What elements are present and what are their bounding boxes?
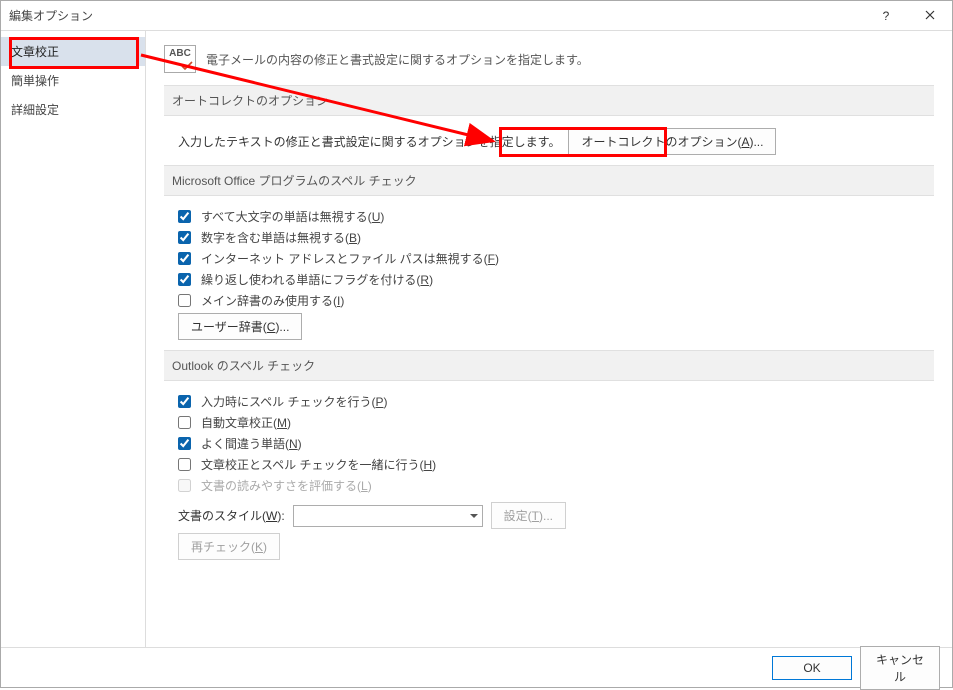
button-label: ユーザー辞書(C)...: [191, 320, 289, 334]
main-panel: ABC 電子メールの内容の修正と書式設定に関するオプションを指定します。 オート…: [146, 31, 952, 647]
office-spell-section-header: Microsoft Office プログラムのスペル チェック: [164, 165, 934, 196]
option-label: 文書の読みやすさを評価する(L): [201, 477, 372, 494]
sidebar: 文章校正 簡単操作 詳細設定: [1, 31, 146, 647]
writing-style-settings-button: 設定(T)...: [491, 502, 566, 529]
chevron-down-icon: [470, 514, 478, 518]
button-label: 設定(T)...: [504, 509, 553, 523]
option-label: 数字を含む単語は無視する(B): [201, 229, 361, 246]
option-label: よく間違う単語(N): [201, 435, 302, 452]
outlook-spell-section-header: Outlook のスペル チェック: [164, 350, 934, 381]
sidebar-item-label: 詳細設定: [11, 103, 59, 117]
sidebar-item-label: 簡単操作: [11, 74, 59, 88]
cancel-button[interactable]: キャンセル: [860, 646, 940, 690]
button-label: OK: [803, 661, 820, 675]
recheck-button: 再チェック(K): [178, 533, 280, 560]
button-label: キャンセル: [876, 653, 924, 684]
autocorrect-description: 入力したテキストの修正と書式設定に関するオプションを指定します。: [178, 133, 560, 150]
checkbox[interactable]: [178, 273, 191, 286]
option-label: 自動文章校正(M): [201, 414, 291, 431]
intro-row: ABC 電子メールの内容の修正と書式設定に関するオプションを指定します。: [164, 45, 934, 73]
intro-text: 電子メールの内容の修正と書式設定に関するオプションを指定します。: [206, 51, 589, 68]
proofing-icon-label: ABC: [169, 48, 191, 59]
checkbox[interactable]: [178, 437, 191, 450]
autocorrect-options-button[interactable]: オートコレクトのオプション(A)...: [568, 128, 776, 155]
close-icon: [925, 9, 935, 23]
sidebar-item-advanced[interactable]: 詳細設定: [1, 95, 145, 124]
sidebar-item-proofing[interactable]: 文章校正: [1, 37, 145, 66]
sidebar-item-label: 文章校正: [11, 45, 59, 59]
writing-style-row: 文書のスタイル(W): 設定(T)...: [178, 502, 934, 529]
outlook-spell-option-with-grammar[interactable]: 文章校正とスペル チェックを一緒に行う(H): [178, 456, 934, 473]
checkbox[interactable]: [178, 210, 191, 223]
title-bar: 編集オプション ?: [1, 1, 952, 31]
checkbox[interactable]: [178, 395, 191, 408]
button-label: 再チェック(K): [191, 540, 267, 554]
checkbox[interactable]: [178, 294, 191, 307]
close-button[interactable]: [908, 1, 952, 31]
option-label: すべて大文字の単語は無視する(U): [201, 208, 384, 225]
outlook-spell-option-as-you-type[interactable]: 入力時にスペル チェックを行う(P): [178, 393, 934, 410]
checkbox[interactable]: [178, 252, 191, 265]
checkbox[interactable]: [178, 231, 191, 244]
autocorrect-section-header: オートコレクトのオプション: [164, 85, 934, 116]
office-spell-option-internet[interactable]: インターネット アドレスとファイル パスは無視する(F): [178, 250, 934, 267]
dialog-footer: OK キャンセル: [1, 647, 952, 687]
checkbox[interactable]: [178, 458, 191, 471]
option-label: メイン辞書のみ使用する(I): [201, 292, 344, 309]
window-title: 編集オプション: [9, 7, 864, 24]
sidebar-item-ease-of-access[interactable]: 簡単操作: [1, 66, 145, 95]
writing-style-select[interactable]: [293, 505, 483, 527]
option-label: 文章校正とスペル チェックを一緒に行う(H): [201, 456, 436, 473]
help-icon: ?: [883, 9, 890, 23]
checkbox[interactable]: [178, 416, 191, 429]
outlook-spell-option-confused[interactable]: よく間違う単語(N): [178, 435, 934, 452]
outlook-spell-option-auto-grammar[interactable]: 自動文章校正(M): [178, 414, 934, 431]
checkbox: [178, 479, 191, 492]
dialog-body: 文章校正 簡単操作 詳細設定 ABC 電子メールの内容の修正と書式設定に関するオ…: [1, 31, 952, 647]
office-spell-option-main-dict[interactable]: メイン辞書のみ使用する(I): [178, 292, 934, 309]
option-label: 繰り返し使われる単語にフラグを付ける(R): [201, 271, 433, 288]
office-spell-option-repeated[interactable]: 繰り返し使われる単語にフラグを付ける(R): [178, 271, 934, 288]
proofing-icon: ABC: [164, 45, 196, 73]
ok-button[interactable]: OK: [772, 656, 852, 680]
writing-style-label: 文書のスタイル(W):: [178, 507, 285, 524]
button-label: オートコレクトのオプション(A)...: [581, 135, 763, 149]
option-label: インターネット アドレスとファイル パスは無視する(F): [201, 250, 499, 267]
custom-dictionaries-button[interactable]: ユーザー辞書(C)...: [178, 313, 302, 340]
help-button[interactable]: ?: [864, 1, 908, 31]
option-label: 入力時にスペル チェックを行う(P): [201, 393, 388, 410]
office-spell-option-numbers[interactable]: 数字を含む単語は無視する(B): [178, 229, 934, 246]
outlook-spell-option-readability: 文書の読みやすさを評価する(L): [178, 477, 934, 494]
autocorrect-row: 入力したテキストの修正と書式設定に関するオプションを指定します。 オートコレクト…: [178, 128, 934, 155]
office-spell-option-uppercase[interactable]: すべて大文字の単語は無視する(U): [178, 208, 934, 225]
